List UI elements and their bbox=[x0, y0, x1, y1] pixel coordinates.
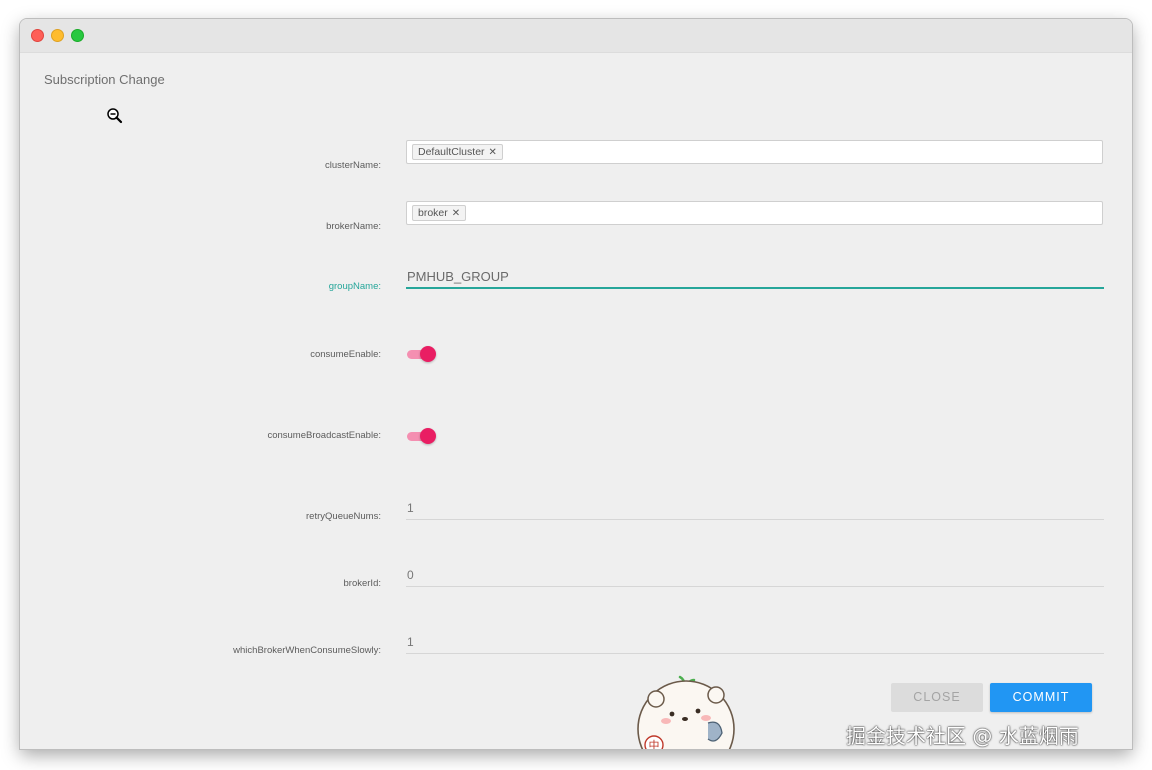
broker-name-input[interactable]: broker ✕ bbox=[406, 201, 1103, 225]
consume-broadcast-enable-toggle[interactable] bbox=[406, 427, 438, 445]
app-window: Subscription Change clusterName: Default… bbox=[20, 19, 1132, 749]
consume-broadcast-enable-label: consumeBroadcastEnable: bbox=[267, 430, 381, 441]
title-bar bbox=[20, 19, 1132, 53]
toggle-thumb bbox=[420, 428, 436, 444]
broker-name-label: brokerName: bbox=[326, 221, 381, 232]
close-window-icon[interactable] bbox=[31, 29, 44, 42]
which-broker-when-consume-slowly-input[interactable]: 1 bbox=[406, 630, 1104, 654]
commit-button[interactable]: COMMIT bbox=[990, 683, 1092, 712]
cluster-name-input[interactable]: DefaultCluster ✕ bbox=[406, 140, 1103, 164]
sticker-text: 中 bbox=[649, 739, 660, 749]
bear-sticker-image: 中 bbox=[637, 675, 735, 749]
maximize-window-icon[interactable] bbox=[71, 29, 84, 42]
chip-label: DefaultCluster bbox=[418, 145, 485, 158]
chip-label: broker bbox=[418, 206, 448, 219]
watermark-text: 掘金技术社区 @ 水蓝烟雨 bbox=[846, 724, 1079, 748]
broker-id-label: brokerId: bbox=[343, 578, 382, 589]
retry-queue-nums-input[interactable]: 1 bbox=[406, 496, 1104, 520]
broker-id-input[interactable]: 0 bbox=[406, 563, 1104, 587]
consume-enable-toggle[interactable] bbox=[406, 345, 438, 363]
broker-name-chip: broker ✕ bbox=[412, 205, 467, 221]
remove-chip-icon[interactable]: ✕ bbox=[489, 145, 497, 160]
zoom-out-cursor-icon bbox=[107, 108, 123, 124]
group-name-input[interactable]: PMHUB_GROUP bbox=[406, 265, 1104, 289]
consume-enable-label: consumeEnable: bbox=[310, 349, 381, 360]
dialog-title: Subscription Change bbox=[44, 72, 165, 87]
minimize-window-icon[interactable] bbox=[51, 29, 64, 42]
toggle-thumb bbox=[420, 346, 436, 362]
which-broker-when-consume-slowly-label: whichBrokerWhenConsumeSlowly: bbox=[233, 645, 381, 656]
cluster-name-label: clusterName: bbox=[325, 160, 381, 171]
close-button[interactable]: CLOSE bbox=[891, 683, 983, 712]
group-name-label: groupName: bbox=[328, 281, 381, 292]
retry-queue-nums-label: retryQueueNums: bbox=[306, 511, 381, 522]
remove-chip-icon[interactable]: ✕ bbox=[452, 206, 460, 221]
cluster-name-chip: DefaultCluster ✕ bbox=[412, 144, 503, 160]
